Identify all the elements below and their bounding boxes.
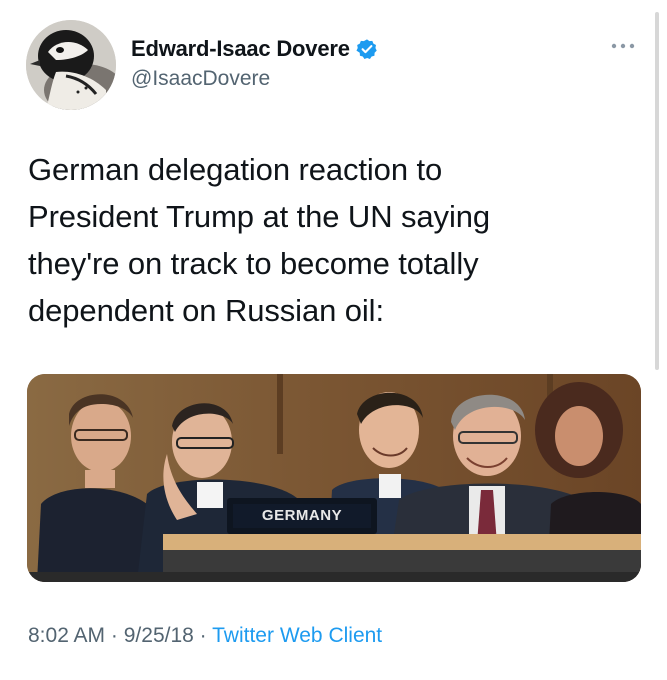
tweet-source-link[interactable]: Twitter Web Client (212, 624, 382, 647)
verified-badge-icon (356, 38, 378, 60)
placard-text: GERMANY (261, 507, 343, 524)
author-handle[interactable]: @IsaacDovere (131, 67, 270, 91)
tweet-metadata: 8:02 AM · 9/25/18 · Twitter Web Client (28, 624, 382, 648)
meta-separator: · (199, 624, 207, 647)
tweet-media-image[interactable]: GERMANY (27, 374, 641, 582)
author-display-name[interactable]: Edward-Isaac Dovere (131, 36, 350, 62)
author-name-row[interactable]: Edward-Isaac Dovere (131, 34, 378, 64)
tweet-text-line: dependent on Russian oil: (28, 293, 384, 328)
tweet-date[interactable]: 9/25/18 (124, 624, 194, 647)
avatar[interactable] (26, 20, 116, 110)
meta-separator: · (110, 624, 118, 647)
tweet-time[interactable]: 8:02 AM (28, 624, 105, 647)
tweet-text-line: President Trump at the UN saying (28, 199, 491, 234)
tweet-text-line: German delegation reaction to (28, 152, 443, 187)
more-options-icon[interactable] (609, 38, 637, 54)
scrollbar[interactable] (655, 12, 659, 370)
avatar-penguin-image (26, 20, 116, 110)
tweet-text: German delegation reaction to President … (28, 146, 628, 334)
tweet-text-line: they're on track to become totally (28, 246, 479, 281)
